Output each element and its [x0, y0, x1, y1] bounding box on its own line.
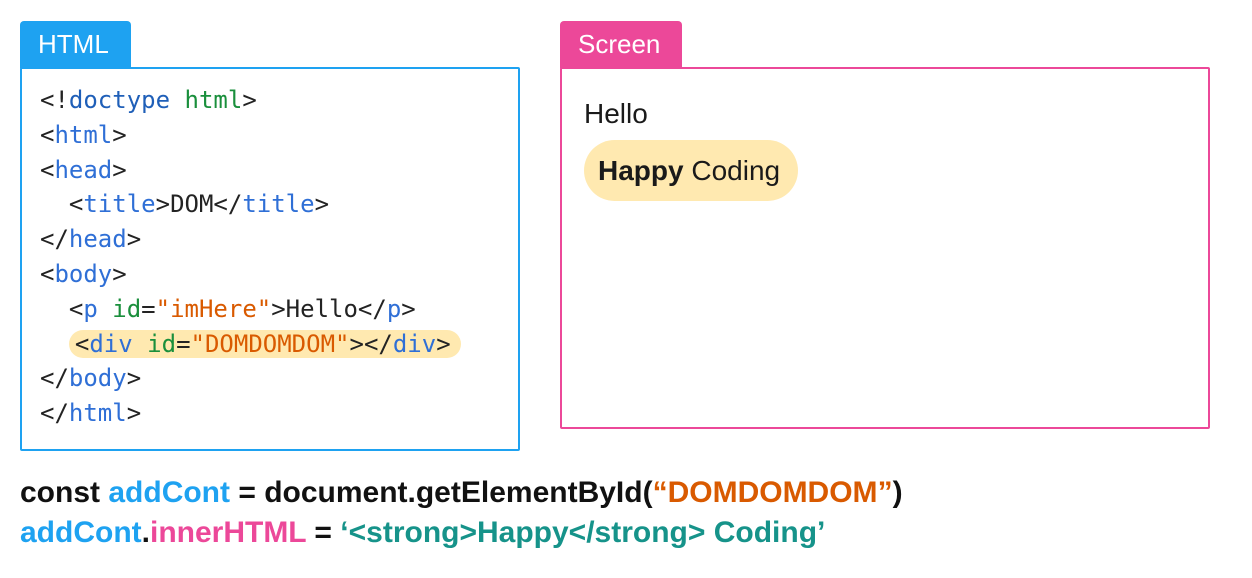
code-token [98, 295, 112, 323]
code-token: head [69, 225, 127, 253]
code-token: </ [364, 330, 393, 358]
code-token: html [185, 86, 243, 114]
code-token [133, 330, 147, 358]
code-token: </ [40, 399, 69, 427]
output-highlight: Happy Coding [584, 140, 798, 201]
code-token: p [387, 295, 401, 323]
code-token [40, 295, 69, 323]
code-token: title [242, 190, 314, 218]
code-token: body [69, 364, 127, 392]
tab-html: HTML [20, 21, 131, 68]
code-highlight: <div id="DOMDOMDOM"></div> [69, 330, 461, 358]
code-token: id [112, 295, 141, 323]
code-token: < [40, 156, 54, 184]
code-token: id [147, 330, 176, 358]
js-token-string: DOMDOMDOM [668, 476, 878, 509]
output-line-hello: Hello [584, 87, 1186, 140]
code-token [40, 190, 69, 218]
code-token: > [315, 190, 329, 218]
code-token: > [112, 260, 126, 288]
code-token: </ [358, 295, 387, 323]
js-token-var: addCont [20, 516, 142, 549]
js-token-quote: “ [653, 476, 668, 509]
code-token: title [83, 190, 155, 218]
screen-panel: Screen Hello Happy Coding [560, 20, 1210, 429]
code-token: < [40, 260, 54, 288]
html-code: <!doctype html> <html> <head> <title>DOM… [40, 83, 500, 431]
js-token: = document.getElementById( [230, 476, 653, 509]
html-panel: HTML <!doctype html> <html> <head> <titl… [20, 20, 520, 451]
code-token: < [69, 190, 83, 218]
js-token-var: addCont [108, 476, 230, 509]
code-token: > [112, 156, 126, 184]
code-token: html [69, 399, 127, 427]
code-token: = [141, 295, 155, 323]
code-token: > [127, 225, 141, 253]
code-token: > [271, 295, 285, 323]
screen-output: Hello Happy Coding [584, 87, 1186, 201]
code-token: <! [40, 86, 69, 114]
code-token: div [89, 330, 132, 358]
code-token: "DOMDOMDOM" [191, 330, 350, 358]
code-token: > [436, 330, 450, 358]
code-token: > [401, 295, 415, 323]
code-token [40, 330, 69, 358]
code-token: p [83, 295, 97, 323]
js-token-prop: innerHTML [150, 516, 306, 549]
code-token: < [40, 121, 54, 149]
js-token: ) [893, 476, 903, 509]
code-token: head [54, 156, 112, 184]
js-token: const [20, 476, 108, 509]
html-code-box: <!doctype html> <html> <head> <title>DOM… [20, 67, 520, 451]
js-snippet: const addCont = document.getElementById(… [20, 473, 1232, 554]
code-token: </ [40, 364, 69, 392]
code-token: > [156, 190, 170, 218]
output-strong: Happy [598, 155, 684, 186]
screen-output-box: Hello Happy Coding [560, 67, 1210, 429]
code-token: = [176, 330, 190, 358]
js-token: = [306, 516, 340, 549]
code-token: DOM [170, 190, 213, 218]
code-token: > [127, 399, 141, 427]
code-token: > [112, 121, 126, 149]
code-token [170, 86, 184, 114]
code-token: html [54, 121, 112, 149]
code-token: </ [40, 225, 69, 253]
js-token-value: ‘<strong>Happy</strong> Coding’ [340, 516, 825, 549]
code-token: > [127, 364, 141, 392]
code-token: < [75, 330, 89, 358]
code-token: doctype [69, 86, 170, 114]
code-token: </ [213, 190, 242, 218]
output-line-happy-coding: Happy Coding [584, 140, 1186, 201]
tab-screen: Screen [560, 21, 682, 68]
js-line-1: const addCont = document.getElementById(… [20, 473, 1232, 514]
js-token-quote: ” [878, 476, 893, 509]
code-token: Hello [286, 295, 358, 323]
output-text: Coding [684, 155, 781, 186]
code-token: < [69, 295, 83, 323]
js-token: . [142, 516, 150, 549]
code-token: "imHere" [156, 295, 272, 323]
code-token: > [242, 86, 256, 114]
js-line-2: addCont.innerHTML = ‘<strong>Happy</stro… [20, 513, 1232, 554]
code-token: > [349, 330, 363, 358]
code-token: div [393, 330, 436, 358]
code-token: body [54, 260, 112, 288]
